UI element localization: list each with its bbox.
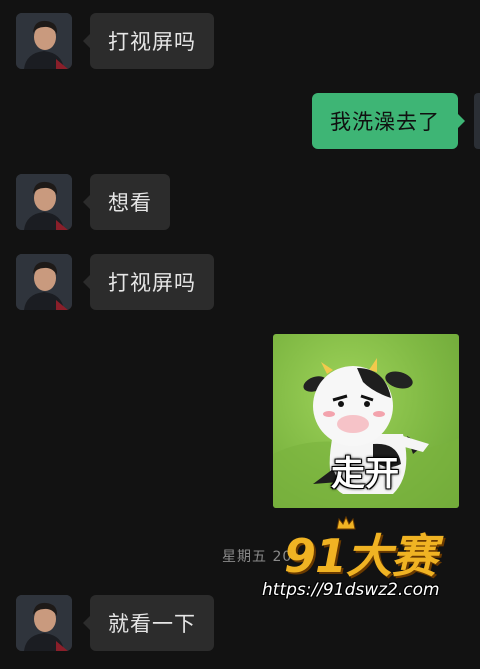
sticker-caption: 走开 xyxy=(331,454,399,494)
message-text: 打视屏吗 xyxy=(108,271,196,295)
message-text: 打视屏吗 xyxy=(108,30,196,54)
timestamp: 星期五 20 xyxy=(222,549,293,565)
person-avatar-icon xyxy=(16,595,72,651)
message-text: 想看 xyxy=(108,191,152,215)
message-text: 就看一下 xyxy=(108,612,196,636)
person-avatar-icon xyxy=(16,254,72,310)
contact-avatar[interactable] xyxy=(16,254,72,310)
sticker-message[interactable]: 走开 xyxy=(273,334,459,508)
message-bubble-outgoing[interactable]: 我洗澡去了 xyxy=(312,93,465,149)
message-bubble-incoming[interactable]: 就看一下 xyxy=(83,595,214,651)
watermark-logo: 91大赛 xyxy=(284,529,437,583)
my-avatar[interactable] xyxy=(474,93,480,149)
message-bubble-incoming[interactable]: 想看 xyxy=(83,174,170,230)
contact-avatar[interactable] xyxy=(16,13,72,69)
watermark-url: https://91dswz2.com xyxy=(262,580,440,600)
message-bubble-incoming[interactable]: 打视屏吗 xyxy=(83,254,214,310)
message-text: 我洗澡去了 xyxy=(330,110,440,134)
contact-avatar[interactable] xyxy=(16,595,72,651)
person-avatar-icon xyxy=(16,13,72,69)
contact-avatar[interactable] xyxy=(16,174,72,230)
message-bubble-incoming[interactable]: 打视屏吗 xyxy=(83,13,214,69)
person-avatar-icon xyxy=(16,174,72,230)
